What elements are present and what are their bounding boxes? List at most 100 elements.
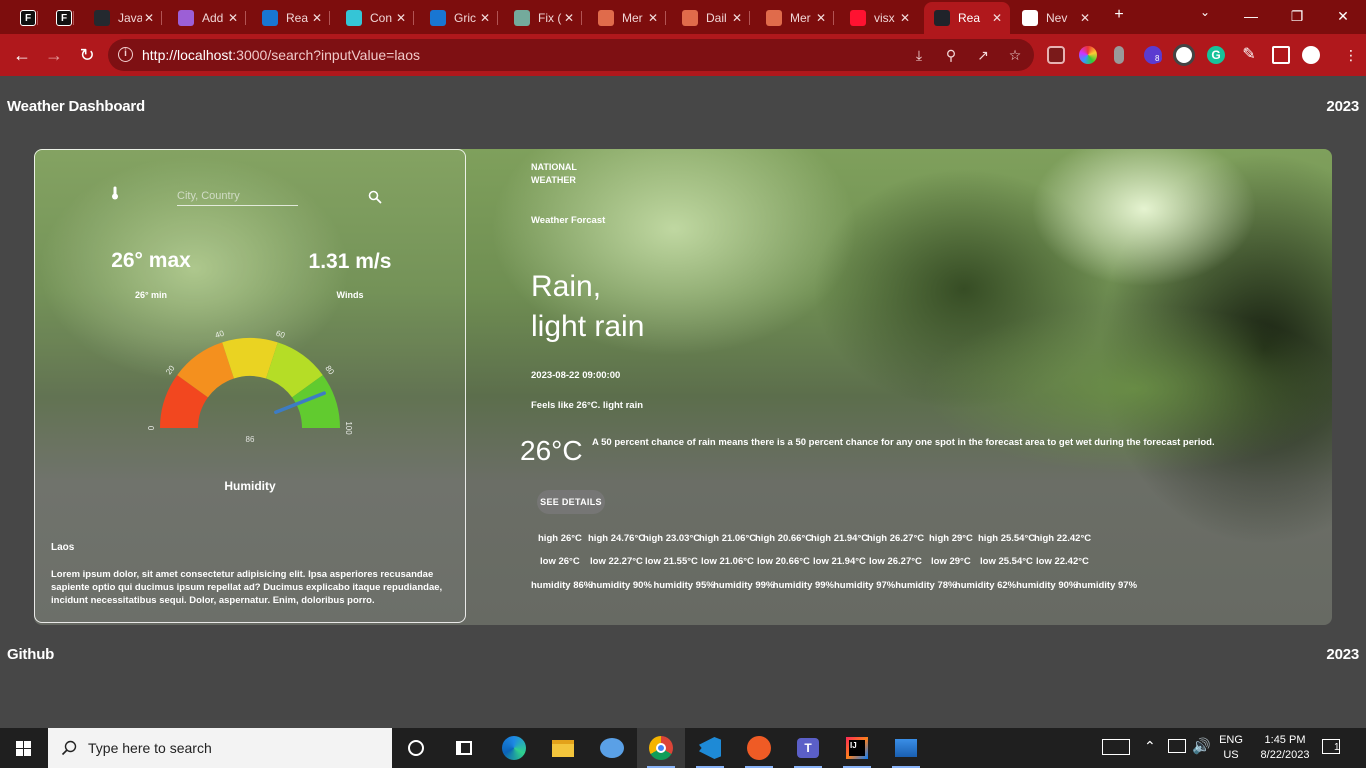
browser-tab[interactable]: Dail ✕	[672, 4, 750, 32]
notification-count: 1	[1334, 742, 1340, 753]
network-icon[interactable]	[1168, 739, 1186, 753]
search-icon	[61, 740, 77, 756]
github-link[interactable]: Github	[7, 646, 54, 663]
browser-tab[interactable]: Java ✕	[84, 4, 162, 32]
city-search-input[interactable]	[177, 186, 298, 206]
taskbar-search[interactable]: Type here to search	[48, 728, 392, 768]
chatgpt-icon	[514, 10, 530, 26]
search-icon[interactable]	[368, 190, 382, 204]
site-info-icon[interactable]: i	[118, 47, 133, 62]
forecast-low: low 29°C	[931, 556, 971, 567]
region-code: US	[1223, 749, 1239, 761]
forecast-humidity: humidity 99%	[713, 580, 775, 591]
mail-app-icon[interactable]	[588, 728, 636, 768]
forecast-low: low 25.54°C	[980, 556, 1033, 567]
cortana-icon[interactable]	[392, 728, 440, 768]
tab-close-icon[interactable]: ✕	[394, 11, 408, 25]
see-details-button[interactable]: SEE DETAILS	[537, 490, 605, 514]
minimize-button[interactable]: —	[1228, 4, 1274, 28]
forecast-high: high 26°C	[538, 533, 582, 544]
share-icon[interactable]: ↗	[974, 46, 992, 64]
install-icon[interactable]: ⤓	[910, 46, 928, 64]
grammarly-icon[interactable]: G	[1207, 46, 1225, 64]
gauge-tick-label: 60	[275, 329, 287, 340]
browser-tab[interactable]: Nev ✕	[1012, 4, 1098, 32]
extension-icon[interactable]	[1114, 46, 1124, 64]
tab-close-icon[interactable]: ✕	[898, 11, 912, 25]
tab-close-icon[interactable]: ✕	[814, 11, 828, 25]
browser-tab[interactable]: Fix (✕	[504, 4, 582, 32]
browser-tab[interactable]: Rea ✕	[252, 4, 330, 32]
tab-title: Rea	[958, 11, 981, 25]
min-temperature: 26° min	[134, 290, 168, 300]
reload-button[interactable]: ↻	[74, 43, 100, 67]
tab-close-icon[interactable]: ✕	[562, 11, 576, 25]
bookmark-star-icon[interactable]: ☆	[1006, 46, 1024, 64]
browser-tab[interactable]: Rea ✕	[924, 2, 1010, 34]
brand-name: National Weather	[531, 161, 591, 187]
octopus-icon	[766, 10, 782, 26]
tab-close-icon[interactable]: ✕	[730, 11, 744, 25]
forward-button[interactable]: →	[41, 43, 67, 67]
address-bar[interactable]: i http://localhost:3000/search?inputValu…	[108, 39, 1034, 71]
side-panel-icon[interactable]	[1272, 46, 1290, 64]
browser-tab[interactable]: Gric ✕	[420, 4, 498, 32]
task-view-icon[interactable]	[440, 728, 488, 768]
url-text[interactable]: http://localhost:3000/search?inputValue=…	[142, 47, 420, 63]
forecast-humidity: humidity 97%	[1075, 580, 1138, 591]
octopus-icon	[682, 10, 698, 26]
show-hidden-icons-chevron[interactable]: ⌃	[1144, 738, 1156, 768]
tab-search-chevron-icon[interactable]: ⌄	[1194, 5, 1216, 19]
weather-condition: Rain, light rain	[531, 267, 644, 347]
color-picker-extension-icon[interactable]	[1079, 46, 1097, 64]
extensions-puzzle-icon[interactable]: ✎	[1240, 46, 1258, 64]
forecast-high: high 26.27°C	[867, 533, 925, 544]
gauge-tick-label: 20	[164, 363, 177, 376]
edge-icon[interactable]	[490, 728, 538, 768]
browser-tab[interactable]: visx ✕	[840, 4, 918, 32]
teams-icon[interactable]: T	[784, 728, 832, 768]
browser-tab[interactable]: F	[46, 4, 74, 32]
postman-icon[interactable]	[735, 728, 783, 768]
profile-avatar[interactable]	[1302, 46, 1320, 64]
tab-close-icon[interactable]: ✕	[1078, 11, 1092, 25]
tab-close-icon[interactable]: ✕	[646, 11, 660, 25]
clock[interactable]: 1:45 PM 8/22/2023	[1250, 733, 1320, 768]
browser-tab[interactable]: Add ✕	[168, 4, 246, 32]
menu-kebab-icon[interactable]: ⋮	[1342, 46, 1360, 64]
tab-close-icon[interactable]: ✕	[142, 11, 156, 25]
back-button[interactable]: ←	[9, 43, 35, 67]
gauge-tick-label: 80	[323, 364, 336, 377]
tab-close-icon[interactable]: ✕	[226, 11, 240, 25]
wind-speed: 1.31 m/s	[308, 250, 392, 273]
figma-f-icon: F	[56, 10, 72, 26]
browser-tab[interactable]: Con ✕	[336, 4, 414, 32]
browser-tab[interactable]: Mer ✕	[588, 4, 666, 32]
tab-close-icon[interactable]: ✕	[990, 11, 1004, 25]
photos-icon[interactable]	[882, 728, 930, 768]
extension-icon[interactable]	[1173, 44, 1195, 66]
tab-close-icon[interactable]: ✕	[478, 11, 492, 25]
zoom-icon[interactable]: ⚲	[942, 46, 960, 64]
browser-tab[interactable]: F	[10, 4, 38, 32]
language-indicator[interactable]: ENG US	[1214, 733, 1248, 768]
forecast-high: high 21.94°C	[811, 533, 869, 544]
gauge-tick-label: 0	[147, 425, 156, 430]
new-tab-button[interactable]: +	[1108, 6, 1130, 24]
notifications-icon[interactable]: 1	[1322, 739, 1340, 754]
extension-icon[interactable]	[1047, 46, 1065, 64]
intellij-icon[interactable]: IJ	[833, 728, 881, 768]
close-window-button[interactable]: ✕	[1320, 4, 1366, 28]
chrome-icon[interactable]	[637, 728, 685, 768]
tab-close-icon[interactable]: ✕	[310, 11, 324, 25]
keyboard-icon[interactable]	[1102, 739, 1130, 755]
tab-title: visx	[874, 11, 895, 25]
file-explorer-icon[interactable]	[539, 728, 587, 768]
restore-button[interactable]: ❐	[1274, 4, 1320, 28]
volume-icon[interactable]: 🔊	[1192, 737, 1211, 768]
url-path: :3000/search?inputValue=laos	[232, 47, 420, 63]
extension-icon[interactable]: 8	[1144, 46, 1163, 64]
start-button[interactable]	[0, 728, 48, 768]
vscode-icon[interactable]	[686, 728, 734, 768]
browser-tab[interactable]: Mer ✕	[756, 4, 834, 32]
